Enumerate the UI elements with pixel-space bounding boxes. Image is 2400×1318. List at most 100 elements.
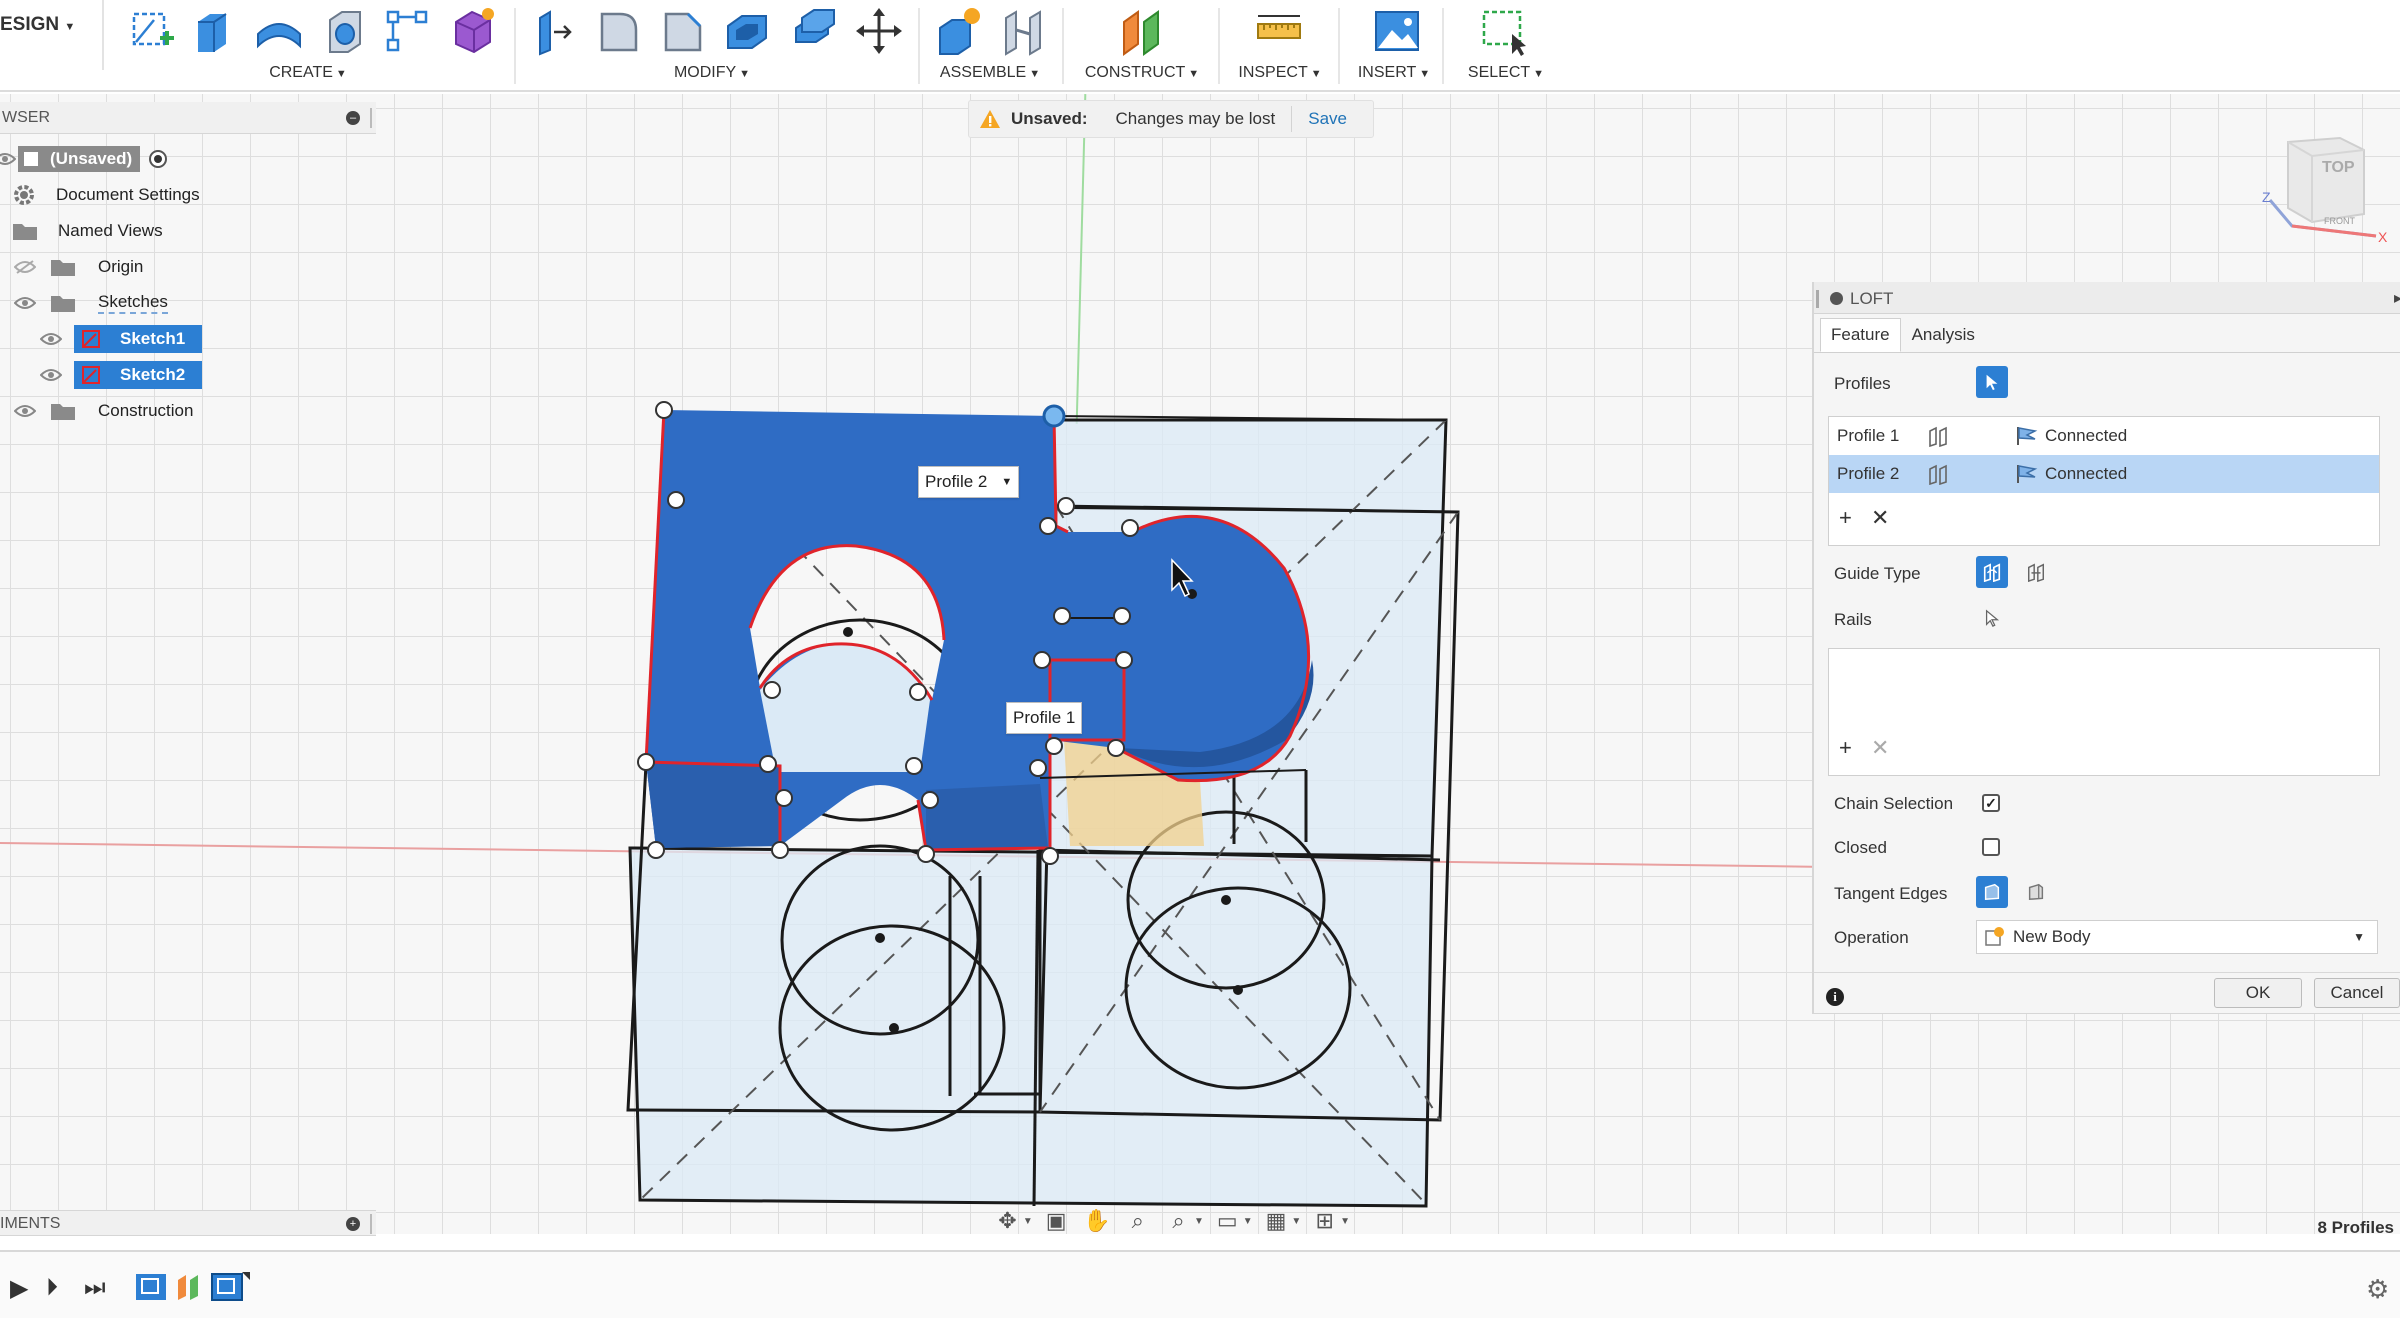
look-at-icon[interactable]: ▣ (1039, 1206, 1074, 1236)
zoom-dropdown-icon[interactable]: ▼ (1194, 1216, 1204, 1227)
visibility-eye-icon[interactable] (14, 404, 36, 418)
merge-tangent-icon (1984, 883, 2000, 901)
zoom-icon[interactable]: ⌕ (1120, 1206, 1155, 1236)
tree-sketch2[interactable]: Sketch2 (40, 360, 202, 390)
tree-origin[interactable]: Origin (14, 252, 143, 282)
tangent-edges-label: Tangent Edges (1834, 884, 1948, 903)
banner-message: Changes may be lost (1115, 109, 1276, 128)
loft-header[interactable]: LOFT ▸ (1814, 282, 2400, 314)
closed-checkbox[interactable] (1982, 838, 2000, 856)
tree-construction[interactable]: Construction (14, 396, 193, 426)
profile-2-tag[interactable]: Profile 2 ▼ (918, 466, 1020, 498)
display-dropdown-icon[interactable]: ▼ (1243, 1216, 1253, 1227)
banner-title: Unsaved: (1011, 109, 1088, 128)
info-icon[interactable]: i (1826, 988, 1844, 1006)
visibility-eye-icon[interactable] (14, 296, 36, 310)
tab-analysis[interactable]: Analysis (1901, 318, 1986, 352)
expand-dialog-icon[interactable]: ▸ (2394, 288, 2400, 308)
comments-title: IMENTS (0, 1215, 61, 1232)
grid-dropdown-icon[interactable]: ▼ (1291, 1216, 1301, 1227)
operation-value: New Body (2013, 927, 2091, 946)
minimize-dialog-icon[interactable] (1830, 292, 1843, 305)
sketch1-face (628, 846, 1434, 1208)
tangent-keep-button[interactable] (2020, 876, 2052, 908)
folder-icon (51, 296, 75, 312)
panel-grip[interactable] (370, 1214, 372, 1234)
collapse-panel-icon[interactable]: – (346, 111, 360, 125)
folder-icon (51, 404, 75, 420)
rails-select-button[interactable] (1976, 602, 2008, 634)
tree-named-views[interactable]: Named Views (12, 216, 163, 246)
hidden-eye-icon[interactable] (14, 260, 36, 274)
add-rail-button[interactable]: + (1839, 735, 1852, 761)
tab-feature[interactable]: Feature (1820, 318, 1901, 352)
document-node[interactable]: (Unsaved) (18, 146, 141, 172)
save-link[interactable]: Save (1308, 109, 1347, 129)
front-wall-left (646, 762, 780, 848)
front-wall-right (926, 784, 1048, 850)
continuity-label: Connected (2045, 426, 2128, 445)
profiles-select-button[interactable] (1976, 366, 2008, 398)
centerline-button[interactable] (2020, 556, 2052, 588)
viewports-dropdown-icon[interactable]: ▼ (1340, 1216, 1350, 1227)
tangent-merge-button[interactable] (1976, 876, 2008, 908)
chain-selection-checkbox[interactable]: ✓ (1982, 794, 2000, 812)
ok-button[interactable]: OK (2214, 978, 2302, 1008)
step-forward-icon[interactable]: ⏵ (46, 1274, 58, 1302)
timeline-settings-icon[interactable]: ⚙ (2366, 1274, 2389, 1305)
dialog-grip[interactable] (1816, 290, 1819, 308)
chevron-down-icon: ▼ (2353, 930, 2365, 944)
tree-document-settings[interactable]: Document Settings (12, 180, 200, 210)
expand-comments-icon[interactable]: + (346, 1217, 360, 1231)
warning-icon (980, 110, 1000, 128)
pan-icon[interactable]: ✋ (1080, 1206, 1115, 1236)
visibility-eye-icon[interactable] (40, 368, 62, 382)
display-settings-icon[interactable]: ▭ (1210, 1206, 1245, 1236)
timeline-sketch-active-icon[interactable] (210, 1272, 250, 1302)
operation-label: Operation (1834, 928, 1909, 947)
folder-icon (51, 260, 75, 276)
add-profile-button[interactable]: + (1839, 505, 1852, 531)
visibility-eye-icon[interactable] (40, 332, 62, 346)
go-to-end-icon[interactable]: ⏭ (84, 1274, 106, 1302)
connected-icon[interactable] (2015, 463, 2039, 485)
grid-settings-icon[interactable]: ▦ (1259, 1206, 1294, 1236)
tree-sketch1[interactable]: Sketch1 (40, 324, 202, 354)
viewports-icon[interactable]: ⊞ (1307, 1206, 1342, 1236)
profile-row[interactable]: Profile 1 Connected (1829, 417, 2379, 455)
remove-profile-button[interactable]: ✕ (1871, 505, 1889, 531)
play-icon[interactable]: ▶ (10, 1274, 28, 1303)
timeline-plane-icon[interactable] (172, 1272, 206, 1302)
closed-label: Closed (1834, 838, 1887, 857)
visibility-eye-icon[interactable] (0, 152, 16, 166)
sketch2-node[interactable]: Sketch2 (74, 361, 202, 389)
orbit-icon[interactable]: ✥ (990, 1206, 1025, 1236)
profile-1-tag[interactable]: Profile 1 (1006, 702, 1083, 734)
orbit-dropdown-icon[interactable]: ▼ (1023, 1216, 1033, 1227)
tab-divider (1814, 352, 2400, 353)
profile-type-icon[interactable] (1927, 425, 1949, 447)
tree-sketches[interactable]: Sketches (14, 288, 168, 318)
browser-header: WSER – (0, 102, 376, 134)
operation-select[interactable]: New Body ▼ (1976, 920, 2378, 954)
view-cube[interactable]: TOP FRONT Z X (2262, 130, 2400, 260)
selection-count: 8 Profiles (2317, 1218, 2394, 1237)
profile-type-icon[interactable] (1927, 463, 1949, 485)
panel-grip[interactable] (370, 108, 372, 128)
active-vertex (1042, 404, 1066, 428)
connected-icon[interactable] (2015, 425, 2039, 447)
profile-row-selected[interactable]: Profile 2 Connected (1829, 455, 2379, 493)
active-radio-icon[interactable] (148, 149, 168, 169)
tree-root[interactable]: (Unsaved) (0, 144, 210, 174)
timeline-sketch-icon[interactable] (134, 1272, 168, 1302)
profile-name: Profile 2 (1837, 464, 1900, 483)
sketch-icon (82, 366, 100, 384)
fit-icon[interactable]: ⌕ (1161, 1206, 1196, 1236)
remove-rail-button[interactable]: ✕ (1871, 735, 1889, 761)
continuity-label: Connected (2045, 464, 2128, 483)
tree-label: Sketch2 (120, 365, 186, 384)
cursor-icon (1985, 609, 2000, 627)
guide-rails-button[interactable] (1976, 556, 2008, 588)
cancel-button[interactable]: Cancel (2314, 978, 2400, 1008)
sketch1-node[interactable]: Sketch1 (74, 325, 202, 353)
